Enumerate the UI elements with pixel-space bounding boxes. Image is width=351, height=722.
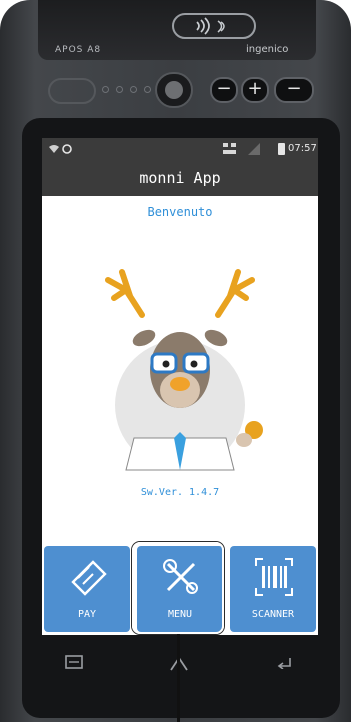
camera-icon <box>155 72 193 108</box>
hardware-plus-button[interactable]: + <box>241 77 269 103</box>
app-title: monni App <box>139 169 221 187</box>
app-title-bar: monni App <box>42 160 318 196</box>
pointer-line <box>177 634 180 722</box>
device-brand-label: ingenico <box>246 44 289 55</box>
wifi-sync-icon <box>49 144 72 154</box>
card-pay-icon <box>71 560 107 596</box>
back-icon[interactable] <box>275 655 293 669</box>
pay-label: PAY <box>77 609 97 620</box>
menu-highlight-frame <box>132 542 224 634</box>
device-model-label: APOS A8 <box>55 45 102 55</box>
scanner-button[interactable]: SCANNER <box>230 546 316 632</box>
nfc-reader <box>172 13 256 39</box>
contactless-icon <box>196 17 225 35</box>
recent-apps-icon[interactable] <box>65 655 83 669</box>
battery-icon <box>278 143 285 155</box>
status-led <box>116 86 123 93</box>
welcome-text: Benvenuto <box>147 205 213 219</box>
software-version: Sw.Ver. 1.4.7 <box>140 487 220 498</box>
hardware-minus-button[interactable]: − <box>210 77 238 103</box>
pay-button[interactable]: PAY <box>44 546 130 632</box>
led-housing <box>48 78 96 104</box>
network-signal-icon <box>223 143 260 155</box>
hardware-power-button[interactable]: − <box>274 77 314 103</box>
status-led <box>130 86 137 93</box>
reindeer-mascot-image <box>105 269 263 471</box>
status-time: 07:57 <box>288 143 317 154</box>
status-led <box>144 86 151 93</box>
navigation-bar <box>42 640 318 694</box>
status-bar: 07:57 <box>42 138 318 160</box>
barcode-scanner-icon <box>255 558 293 596</box>
scanner-label: SCANNER <box>251 609 295 620</box>
status-led <box>102 86 109 93</box>
